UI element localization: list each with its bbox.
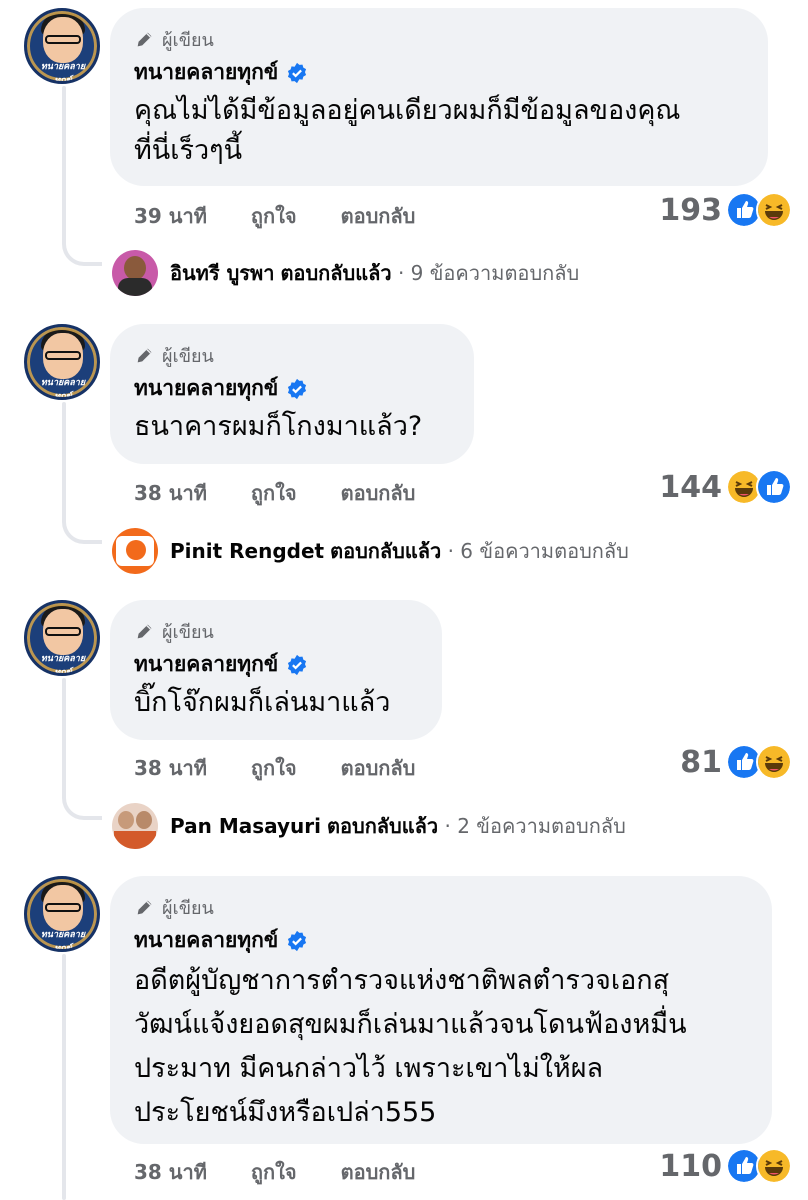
- comment-text-line: อดีตผู้บัญชาการตำรวจแห่งชาติพลตำรวจเอกสุ: [134, 965, 670, 996]
- pencil-icon: [137, 348, 152, 363]
- replied-label: ตอบกลับแล้ว: [280, 261, 392, 285]
- reply-avatar[interactable]: [112, 528, 158, 574]
- haha-reaction-icon: [756, 1148, 792, 1184]
- comment-bubble: ผู้เขียน ทนายคลายทุกข์ บิ๊กโจ๊กผมก็เล่นม…: [110, 600, 442, 740]
- commenter-name[interactable]: ทนายคลายทุกข์: [134, 56, 278, 89]
- haha-reaction-icon: [756, 192, 792, 228]
- commenter-name[interactable]: ทนายคลายทุกข์: [134, 648, 278, 681]
- avatar-brand-text: ทนายคลายทุกข์: [40, 654, 86, 676]
- thread-connector: [62, 86, 66, 242]
- comment-text: คุณไม่ได้มีข้อมูลอยู่คนเดียวผมก็มีข้อมูล…: [134, 91, 744, 171]
- reaction-count: 144: [659, 469, 722, 505]
- verified-icon: [288, 378, 307, 399]
- author-badge: ผู้เขียน: [134, 618, 418, 644]
- avatar-brand-text: ทนายคลายทุกข์: [40, 378, 86, 400]
- reply-button[interactable]: ตอบกลับ: [341, 200, 416, 232]
- reply-status: ตอบกลับแล้ว · 9 ข้อความตอบกลับ: [280, 257, 579, 289]
- author-badge-label: ผู้เขียน: [162, 345, 214, 367]
- comment-text: อดีตผู้บัญชาการตำรวจแห่งชาติพลตำรวจเอกสุ…: [134, 959, 748, 1135]
- comment-actions: 38 นาที ถูกใจ ตอบกลับ: [134, 477, 459, 509]
- like-button[interactable]: ถูกใจ: [251, 1156, 297, 1188]
- comment-time[interactable]: 39 นาที: [134, 200, 207, 232]
- comment-actions: 38 นาที ถูกใจ ตอบกลับ: [134, 1156, 459, 1188]
- author-avatar[interactable]: ทนายคลายทุกข์: [24, 324, 100, 400]
- replied-label: ตอบกลับแล้ว: [330, 539, 442, 563]
- author-badge: ผู้เขียน: [134, 894, 748, 920]
- reaction-summary[interactable]: 110: [659, 1148, 792, 1184]
- comment-text: ธนาคารผมก็โกงมาแล้ว?: [134, 407, 450, 447]
- author-badge: ผู้เขียน: [134, 26, 744, 52]
- reply-author-name[interactable]: อินทรี บูรพา: [170, 257, 274, 289]
- comment-text-line: ธนาคารผมก็โกงมาแล้ว?: [134, 411, 423, 442]
- comment-text-line: บิ๊กโจ๊กผมก็เล่นมาแล้ว: [134, 687, 391, 718]
- comment-time[interactable]: 38 นาที: [134, 1156, 207, 1188]
- replied-label: ตอบกลับแล้ว: [327, 814, 439, 838]
- reply-count: · 6 ข้อความตอบกลับ: [447, 539, 629, 563]
- thread-connector-curve: [62, 794, 102, 820]
- reaction-summary[interactable]: 144: [659, 469, 792, 505]
- comment-actions: 39 นาที ถูกใจ ตอบกลับ: [134, 200, 459, 232]
- reply-avatar[interactable]: [112, 250, 158, 296]
- reply-avatar[interactable]: [112, 803, 158, 849]
- reply-author-name[interactable]: Pan Masayuri: [170, 814, 321, 838]
- author-badge-label: ผู้เขียน: [162, 897, 214, 919]
- like-button[interactable]: ถูกใจ: [251, 477, 297, 509]
- comment-bubble: ผู้เขียน ทนายคลายทุกข์ คุณไม่ได้มีข้อมูล…: [110, 8, 768, 186]
- author-avatar[interactable]: ทนายคลายทุกข์: [24, 876, 100, 952]
- reaction-count: 81: [680, 744, 722, 780]
- verified-icon: [288, 654, 307, 675]
- reply-count: · 2 ข้อความตอบกลับ: [444, 814, 626, 838]
- author-badge-label: ผู้เขียน: [162, 621, 214, 643]
- reply-button[interactable]: ตอบกลับ: [341, 1156, 416, 1188]
- replies-link[interactable]: Pan Masayuri ตอบกลับแล้ว · 2 ข้อความตอบก…: [112, 803, 626, 849]
- haha-reaction-icon: [756, 744, 792, 780]
- commenter-name[interactable]: ทนายคลายทุกข์: [134, 924, 278, 957]
- reply-status: ตอบกลับแล้ว · 6 ข้อความตอบกลับ: [330, 535, 629, 567]
- comment-text-line: ที่นี่เร็วๆนี้: [134, 135, 243, 166]
- reply-button[interactable]: ตอบกลับ: [341, 752, 416, 784]
- reaction-summary[interactable]: 193: [659, 192, 792, 228]
- comment-text-line: ประโยชน์มึงหรือเปล่า555: [134, 1097, 437, 1128]
- reaction-count: 110: [659, 1148, 722, 1184]
- author-badge-label: ผู้เขียน: [162, 29, 214, 51]
- replies-link[interactable]: อินทรี บูรพา ตอบกลับแล้ว · 9 ข้อความตอบก…: [112, 250, 579, 296]
- reaction-summary[interactable]: 81: [680, 744, 792, 780]
- thread-connector: [62, 678, 66, 796]
- pencil-icon: [137, 32, 152, 47]
- comment-text-line: ประมาท มีคนกล่าวไว้ เพราะเขาไม่ให้ผล: [134, 1053, 604, 1084]
- like-reaction-icon: [756, 469, 792, 505]
- like-button[interactable]: ถูกใจ: [251, 752, 297, 784]
- comment-bubble: ผู้เขียน ทนายคลายทุกข์ อดีตผู้บัญชาการตำ…: [110, 876, 772, 1144]
- comment-bubble: ผู้เขียน ทนายคลายทุกข์ ธนาคารผมก็โกงมาแล…: [110, 324, 474, 464]
- reaction-count: 193: [659, 192, 722, 228]
- comment-time[interactable]: 38 นาที: [134, 477, 207, 509]
- comment-text-line: คุณไม่ได้มีข้อมูลอยู่คนเดียวผมก็มีข้อมูล…: [134, 95, 681, 126]
- thread-connector: [62, 402, 66, 520]
- author-badge: ผู้เขียน: [134, 342, 450, 368]
- pencil-icon: [137, 900, 152, 915]
- thread-connector: [62, 954, 66, 1200]
- thread-connector-curve: [62, 518, 102, 544]
- avatar-brand-text: ทนายคลายทุกข์: [40, 930, 86, 952]
- author-avatar[interactable]: ทนายคลายทุกข์: [24, 8, 100, 84]
- comment-text-line: วัฒน์แจ้งยอดสุขผมก็เล่นมาแล้วจนโดนฟ้องหม…: [134, 1009, 687, 1040]
- comment-time[interactable]: 38 นาที: [134, 752, 207, 784]
- author-avatar[interactable]: ทนายคลายทุกข์: [24, 600, 100, 676]
- like-button[interactable]: ถูกใจ: [251, 200, 297, 232]
- reply-status: ตอบกลับแล้ว · 2 ข้อความตอบกลับ: [327, 810, 626, 842]
- commenter-name[interactable]: ทนายคลายทุกข์: [134, 372, 278, 405]
- verified-icon: [288, 930, 307, 951]
- avatar-brand-text: ทนายคลายทุกข์: [40, 62, 86, 84]
- reply-count: · 9 ข้อความตอบกลับ: [397, 261, 580, 285]
- replies-link[interactable]: Pinit Rengdet ตอบกลับแล้ว · 6 ข้อความตอบ…: [112, 528, 629, 574]
- pencil-icon: [137, 624, 152, 639]
- reply-button[interactable]: ตอบกลับ: [341, 477, 416, 509]
- comment-text: บิ๊กโจ๊กผมก็เล่นมาแล้ว: [134, 683, 418, 723]
- verified-icon: [288, 62, 307, 83]
- comment-actions: 38 นาที ถูกใจ ตอบกลับ: [134, 752, 459, 784]
- thread-connector-curve: [62, 240, 102, 266]
- reply-author-name[interactable]: Pinit Rengdet: [170, 539, 324, 563]
